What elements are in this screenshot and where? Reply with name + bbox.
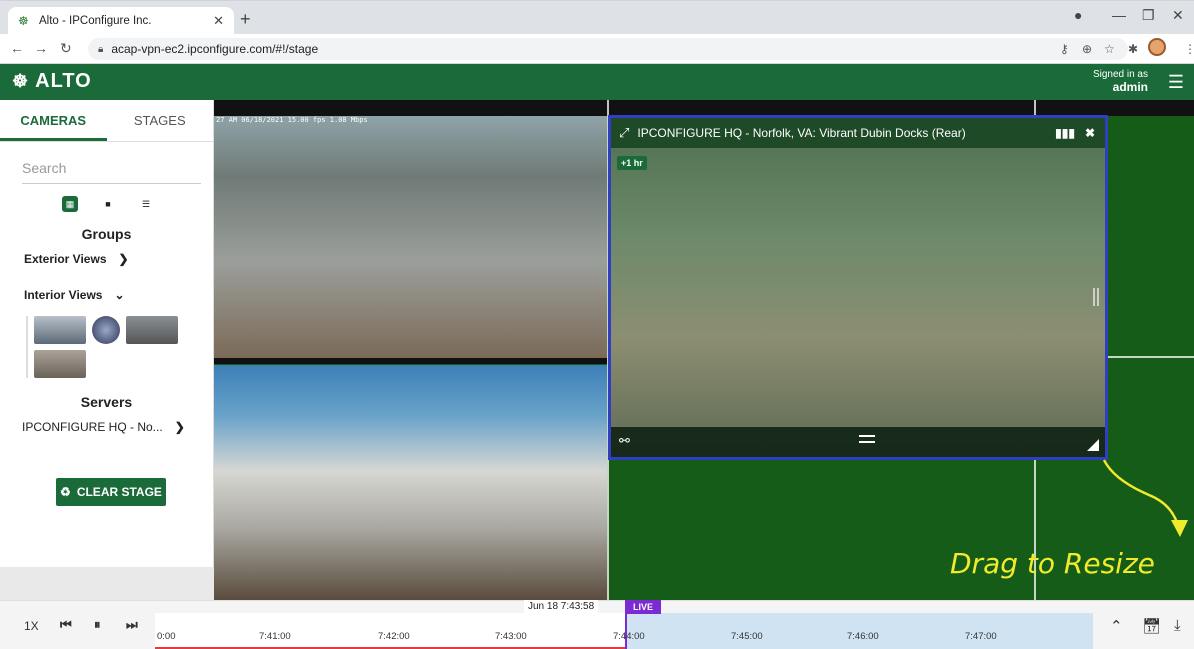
view-toggle: ▦ ■ ☰ [62,196,213,212]
group-label: Exterior Views [24,252,107,266]
address-bar: ← → ↻ 🔒︎ acap-vpn-ec2.ipconfigure.com/#!… [0,34,1194,64]
zoom-icon[interactable]: ⊕ [1082,42,1092,56]
hamburger-menu-icon[interactable]: ☰ [1168,72,1184,93]
camera-thumbnail[interactable] [126,316,178,344]
search-input[interactable]: Search [22,152,201,184]
group-interior-views[interactable]: Interior Views ⌄ [24,288,213,302]
alto-favicon-icon: ☸ [18,14,29,28]
chevron-down-icon: ⌄ [114,288,125,302]
browser-menu-icon[interactable]: ⋮ [1184,42,1194,56]
recycle-icon: ♻ [60,485,71,499]
alto-logo-icon: ☸ [12,71,30,91]
sidebar: CAMERAS STAGES Search ▦ ■ ☰ Groups Exter… [0,100,214,601]
chevron-up-icon[interactable]: ⌃ [1110,617,1123,635]
star-icon[interactable]: ☆ [1104,42,1115,56]
timeline-tick: 7:47:00 [965,631,997,642]
live-badge[interactable]: LIVE [625,600,662,614]
timeline-tick: 7:42:00 [378,631,410,642]
timeline-tick: 7:41:00 [259,631,291,642]
camera-thumbnail[interactable] [92,316,120,344]
download-icon[interactable]: ⤓ [1174,617,1181,634]
list-view-icon[interactable]: ☰ [138,196,154,212]
url-field[interactable]: 🔒︎ acap-vpn-ec2.ipconfigure.com/#!/stage [88,38,1128,60]
timeline-tick: 7:45:00 [731,631,763,642]
timeline-tick: 7:44:00 [613,631,645,642]
avatar[interactable] [1148,38,1166,56]
timeline-tick: 7:46:00 [847,631,879,642]
current-time-label: Jun 18 7:43:58 [524,600,599,614]
group-exterior-views[interactable]: Exterior Views ❯ [24,252,213,266]
calendar-icon[interactable]: 📅︎ [1142,617,1161,635]
timeline: 1X ⏮ ⏸ ⏭ 0:00 7:41:00 7:42:00 7:43:00 7:… [0,600,1194,649]
camera-thumbnail[interactable] [34,350,86,378]
minimize-window-icon[interactable]: — [1112,7,1126,23]
sidebar-tabs: CAMERAS STAGES [0,100,213,142]
clear-stage-bar [0,567,214,601]
url-text: acap-vpn-ec2.ipconfigure.com/#!/stage [111,42,319,56]
username: admin [1112,80,1148,94]
servers-heading: Servers [80,394,133,410]
camera-thumbnail[interactable] [34,316,86,344]
tab-cameras[interactable]: CAMERAS [0,100,107,141]
chevron-right-icon: ❯ [174,420,185,434]
browser-tab[interactable]: ☸ Alto - IPConfigure Inc. ✕ [8,7,234,35]
forward-icon[interactable]: → [34,40,48,56]
close-tab-icon[interactable]: ✕ [213,13,224,29]
browser-tab-title: Alto - IPConfigure Inc. [39,15,152,27]
server-item[interactable]: IPCONFIGURE HQ - No... ❯ [22,420,213,434]
timeline-tick: 0:00 [157,631,176,642]
camera-thumbnails [26,316,196,378]
app-logo[interactable]: ☸ ALTO [12,70,92,93]
drag-to-resize-annotation: Drag to Resize [950,547,1155,580]
lock-icon: 🔒︎ [98,43,104,55]
skip-back-icon[interactable]: ⏮ [60,617,72,633]
camera-stage: 27 AM 06/18/2021 15.00 fps 1.08 Mbps ⤢ I… [214,100,1194,614]
reload-icon[interactable]: ↻ [60,40,72,57]
single-view-icon[interactable]: ■ [100,196,116,212]
timeline-tick: 7:43:00 [495,631,527,642]
tab-stages[interactable]: STAGES [107,100,214,141]
close-window-icon[interactable]: ✕ [1172,7,1184,24]
playback-speed[interactable]: 1X [24,619,39,633]
clear-stage-label: CLEAR STAGE [76,485,162,499]
back-icon[interactable]: ← [10,40,24,56]
groups-heading: Groups [81,226,132,242]
chevron-right-icon: ❯ [118,252,129,266]
annotation-arrow [1102,459,1188,537]
new-tab-button[interactable]: + [240,9,251,30]
browser-tab-bar: ☸ Alto - IPConfigure Inc. ✕ + ● — ❐ ✕ [0,0,1194,35]
restore-window-icon[interactable]: ❐ [1142,7,1155,24]
signed-in-info: Signed in as admin [1093,69,1148,93]
skip-forward-icon[interactable]: ⏭ [126,617,138,633]
timeline-track[interactable]: 0:00 7:41:00 7:42:00 7:43:00 7:44:00 7:4… [155,601,1093,649]
profile-circle-icon[interactable]: ● [1074,7,1082,23]
grid-view-icon[interactable]: ▦ [62,196,78,212]
signed-in-label: Signed in as [1092,69,1148,80]
pause-icon[interactable]: ⏸ [94,617,101,633]
group-label: Interior Views [24,288,103,302]
server-label: IPCONFIGURE HQ - No... [22,420,163,434]
app-header: ☸ ALTO Signed in as admin ☰ [0,64,1194,100]
key-icon[interactable]: ⚷ [1060,42,1069,56]
logo-text: ALTO [35,70,92,92]
extensions-icon[interactable]: ✱ [1128,42,1138,56]
clear-stage-button[interactable]: ♻ CLEAR STAGE [56,478,166,506]
